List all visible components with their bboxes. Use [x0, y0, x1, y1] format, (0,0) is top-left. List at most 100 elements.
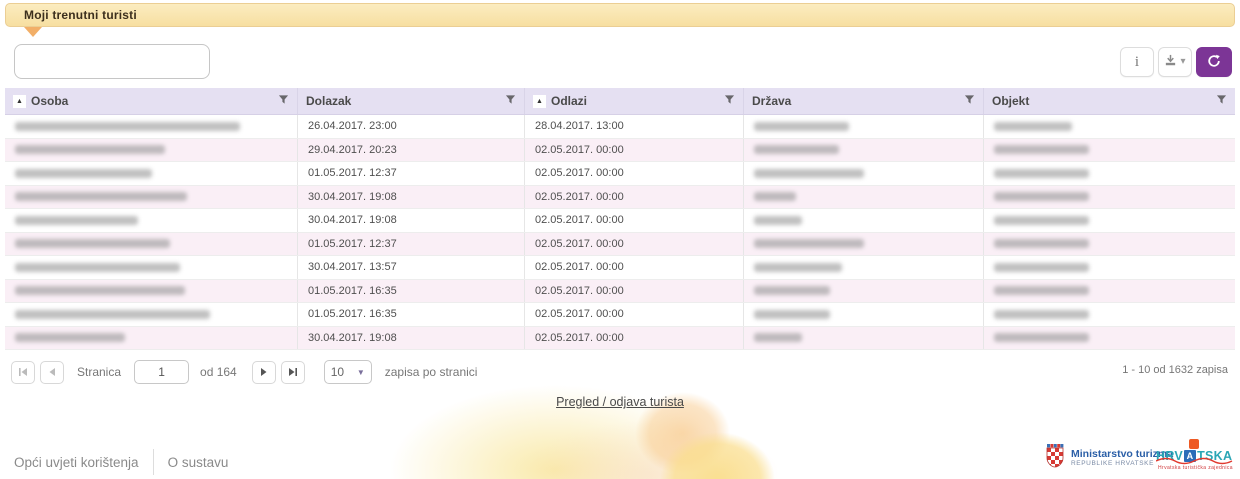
refresh-button[interactable] — [1196, 47, 1232, 77]
cell-drzava[interactable] — [744, 303, 984, 326]
export-button[interactable]: ▾ — [1158, 47, 1192, 77]
info-icon: i — [1135, 54, 1139, 71]
cell-drzava[interactable] — [744, 115, 984, 138]
cell-dolazak: 26.04.2017. 23:00 — [298, 115, 525, 138]
redacted-drzava — [754, 122, 849, 131]
cell-dolazak: 01.05.2017. 16:35 — [298, 280, 525, 303]
table-header-row: ▲ Osoba Dolazak ▲ Odlazi — [5, 88, 1235, 115]
column-header-odlazi[interactable]: ▲ Odlazi — [525, 88, 744, 114]
cell-objekt[interactable] — [984, 139, 1235, 162]
select-arrow-icon: ▼ — [357, 368, 365, 377]
redacted-osoba — [15, 122, 240, 131]
cell-dolazak-text: 30.04.2017. 19:08 — [308, 214, 397, 226]
filter-icon[interactable] — [1216, 94, 1227, 108]
cell-odlazi: 02.05.2017. 00:00 — [525, 139, 744, 162]
cell-osoba[interactable] — [5, 327, 298, 350]
chevron-down-icon: ▾ — [1180, 57, 1185, 67]
column-header-drzava[interactable]: Država — [744, 88, 984, 114]
filter-icon[interactable] — [505, 94, 516, 108]
previous-page-button[interactable] — [40, 361, 64, 384]
cell-odlazi: 02.05.2017. 00:00 — [525, 186, 744, 209]
cell-dolazak-text: 30.04.2017. 19:08 — [308, 191, 397, 203]
column-header-objekt[interactable]: Objekt — [984, 88, 1235, 114]
cell-objekt[interactable] — [984, 327, 1235, 350]
croatia-tourist-board-logo: HRV A TSKA Hrvatska turistička zajednica — [1156, 441, 1236, 475]
pregled-odjava-turista-link[interactable]: Pregled / odjava turista — [556, 395, 684, 409]
cell-osoba[interactable] — [5, 233, 298, 256]
cell-odlazi-text: 02.05.2017. 00:00 — [535, 214, 624, 226]
cell-osoba[interactable] — [5, 303, 298, 326]
first-page-button[interactable] — [11, 361, 35, 384]
cell-osoba[interactable] — [5, 186, 298, 209]
cell-odlazi: 02.05.2017. 00:00 — [525, 233, 744, 256]
column-header-osoba[interactable]: ▲ Osoba — [5, 88, 298, 114]
cell-drzava[interactable] — [744, 280, 984, 303]
cell-drzava[interactable] — [744, 209, 984, 232]
next-page-button[interactable] — [252, 361, 276, 384]
cell-objekt[interactable] — [984, 233, 1235, 256]
search-input[interactable] — [14, 44, 210, 79]
redacted-objekt — [994, 286, 1089, 295]
pagination-bar: Stranica od 164 10 ▼ zapisa po stranici — [5, 357, 1235, 387]
cell-osoba[interactable] — [5, 256, 298, 279]
cell-osoba[interactable] — [5, 209, 298, 232]
cell-odlazi: 02.05.2017. 00:00 — [525, 209, 744, 232]
redacted-objekt — [994, 145, 1089, 154]
column-label: Osoba — [31, 94, 68, 108]
filter-icon[interactable] — [964, 94, 975, 108]
cell-dolazak: 30.04.2017. 19:08 — [298, 209, 525, 232]
cell-odlazi-text: 28.04.2017. 13:00 — [535, 120, 624, 132]
redacted-objekt — [994, 192, 1089, 201]
croatian-coat-of-arms-icon — [1045, 444, 1065, 473]
column-label: Odlazi — [551, 94, 587, 108]
cell-objekt[interactable] — [984, 303, 1235, 326]
last-page-button[interactable] — [281, 361, 305, 384]
filter-icon[interactable] — [278, 94, 289, 108]
redacted-drzava — [754, 333, 802, 342]
records-range-label: 1 - 10 od 1632 zapisa — [1122, 364, 1228, 376]
cell-odlazi-text: 02.05.2017. 00:00 — [535, 167, 624, 179]
page-number-input[interactable] — [134, 360, 189, 384]
page-size-select[interactable]: 10 ▼ — [324, 360, 372, 384]
terms-link[interactable]: Opći uvjeti korištenja — [14, 455, 139, 470]
cell-odlazi-text: 02.05.2017. 00:00 — [535, 308, 624, 320]
cell-objekt[interactable] — [984, 186, 1235, 209]
tourists-table: ▲ Osoba Dolazak ▲ Odlazi — [5, 88, 1235, 350]
sort-asc-icon: ▲ — [533, 95, 546, 108]
cell-odlazi-text: 02.05.2017. 00:00 — [535, 285, 624, 297]
cell-objekt[interactable] — [984, 280, 1235, 303]
column-label: Država — [752, 94, 791, 108]
cell-dolazak: 30.04.2017. 19:08 — [298, 186, 525, 209]
cell-osoba[interactable] — [5, 162, 298, 185]
cell-drzava[interactable] — [744, 139, 984, 162]
cell-objekt[interactable] — [984, 162, 1235, 185]
cell-osoba[interactable] — [5, 139, 298, 162]
page-size-label: zapisa po stranici — [385, 365, 478, 379]
about-system-link[interactable]: O sustavu — [168, 455, 229, 470]
cell-dolazak: 01.05.2017. 16:35 — [298, 303, 525, 326]
filter-icon[interactable] — [724, 94, 735, 108]
action-link-wrap: Pregled / odjava turista — [0, 393, 1240, 411]
info-button[interactable]: i — [1120, 47, 1154, 77]
page: Moji trenutni turisti i ▾ — [0, 0, 1240, 479]
redacted-objekt — [994, 122, 1072, 131]
cell-dolazak-text: 30.04.2017. 13:57 — [308, 261, 397, 273]
cell-dolazak-text: 01.05.2017. 16:35 — [308, 285, 397, 297]
cell-drzava[interactable] — [744, 327, 984, 350]
cell-osoba[interactable] — [5, 115, 298, 138]
decorative-blob — [520, 420, 780, 479]
tab-moji-trenutni-turisti[interactable]: Moji trenutni turisti — [5, 3, 1235, 27]
cell-drzava[interactable] — [744, 186, 984, 209]
cell-osoba[interactable] — [5, 280, 298, 303]
table-row: 01.05.2017. 12:37 02.05.2017. 00:00 — [5, 233, 1235, 257]
cell-dolazak-text: 01.05.2017. 16:35 — [308, 308, 397, 320]
column-header-dolazak[interactable]: Dolazak — [298, 88, 525, 114]
cell-drzava[interactable] — [744, 233, 984, 256]
cell-dolazak-text: 30.04.2017. 19:08 — [308, 332, 397, 344]
cell-objekt[interactable] — [984, 256, 1235, 279]
cell-objekt[interactable] — [984, 209, 1235, 232]
cell-drzava[interactable] — [744, 162, 984, 185]
cell-objekt[interactable] — [984, 115, 1235, 138]
redacted-osoba — [15, 286, 185, 295]
cell-drzava[interactable] — [744, 256, 984, 279]
